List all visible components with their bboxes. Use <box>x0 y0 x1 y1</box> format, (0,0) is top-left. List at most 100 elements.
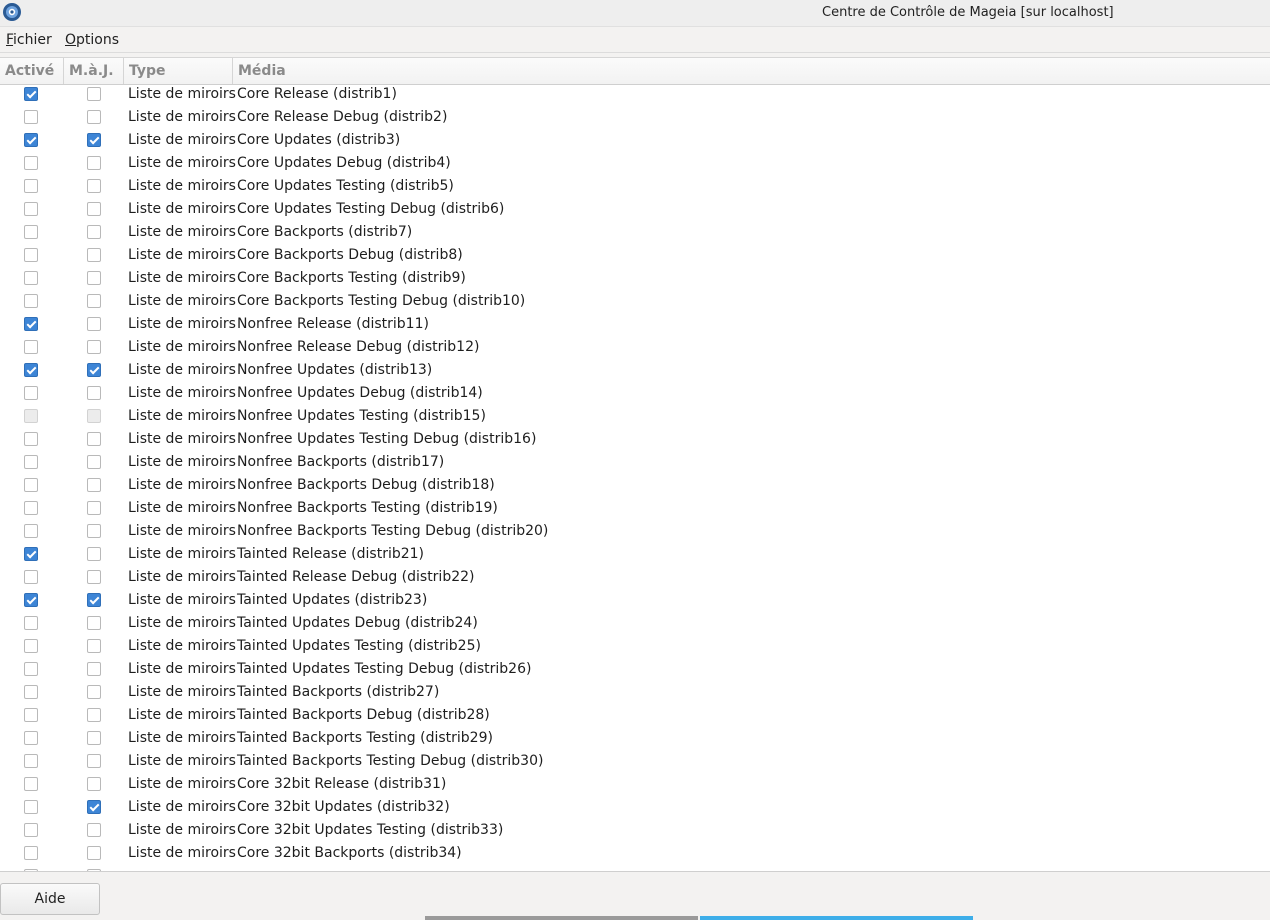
active-checkbox[interactable] <box>24 685 38 699</box>
active-checkbox[interactable] <box>24 455 38 469</box>
table-row[interactable]: Liste de miroirs Core Backports Testing (… <box>0 268 1270 291</box>
update-checkbox[interactable] <box>87 294 101 308</box>
update-checkbox[interactable] <box>87 777 101 791</box>
active-checkbox[interactable] <box>24 386 38 400</box>
active-checkbox[interactable] <box>24 271 38 285</box>
active-checkbox[interactable] <box>24 294 38 308</box>
table-row[interactable]: Liste de miroirs Core 32bit Release (dist… <box>0 774 1270 797</box>
table-row[interactable]: Liste de miroirs Tainted Updates (distrib… <box>0 590 1270 613</box>
active-checkbox[interactable] <box>24 133 38 147</box>
update-checkbox[interactable] <box>87 685 101 699</box>
table-row[interactable]: Liste de miroirs Core Release Debug (dist… <box>0 107 1270 130</box>
mageia-logo-icon[interactable] <box>2 2 22 22</box>
column-header-update[interactable]: M.à.J. <box>64 58 124 84</box>
active-checkbox[interactable] <box>24 156 38 170</box>
menu-fichier[interactable]: Fichier <box>6 32 52 48</box>
table-row[interactable]: Liste de miroirs Nonfree Release Debug (d… <box>0 337 1270 360</box>
update-checkbox[interactable] <box>87 524 101 538</box>
active-checkbox[interactable] <box>24 317 38 331</box>
update-checkbox[interactable] <box>87 110 101 124</box>
table-row[interactable]: Liste de miroirs Tainted Release (distrib… <box>0 544 1270 567</box>
active-checkbox[interactable] <box>24 202 38 216</box>
active-checkbox[interactable] <box>24 87 38 101</box>
update-checkbox[interactable] <box>87 179 101 193</box>
table-row[interactable]: Liste de miroirs Tainted Backports (distr… <box>0 682 1270 705</box>
active-checkbox[interactable] <box>24 823 38 837</box>
update-checkbox[interactable] <box>87 708 101 722</box>
table-row[interactable]: Liste de miroirs Tainted Updates Debug (d… <box>0 613 1270 636</box>
update-checkbox[interactable] <box>87 225 101 239</box>
table-row[interactable]: Liste de miroirs Tainted Updates Testing … <box>0 659 1270 682</box>
active-checkbox[interactable] <box>24 110 38 124</box>
update-checkbox[interactable] <box>87 156 101 170</box>
update-checkbox[interactable] <box>87 754 101 768</box>
active-checkbox[interactable] <box>24 639 38 653</box>
active-checkbox[interactable] <box>24 248 38 262</box>
table-row[interactable]: Liste de miroirs Nonfree Backports (distr… <box>0 452 1270 475</box>
table-row[interactable]: Liste de miroirs Core Updates Debug (dist… <box>0 153 1270 176</box>
column-header-type[interactable]: Type <box>124 58 233 84</box>
media-table[interactable]: Activé M.à.J. Type Média Liste de miroir… <box>0 57 1270 872</box>
active-checkbox[interactable] <box>24 363 38 377</box>
table-row[interactable]: Liste de miroirs Tainted Backports Debug … <box>0 705 1270 728</box>
active-checkbox[interactable] <box>24 340 38 354</box>
update-checkbox[interactable] <box>87 501 101 515</box>
active-checkbox[interactable] <box>24 662 38 676</box>
active-checkbox[interactable] <box>24 524 38 538</box>
update-checkbox[interactable] <box>87 570 101 584</box>
update-checkbox[interactable] <box>87 616 101 630</box>
active-checkbox[interactable] <box>24 501 38 515</box>
table-row[interactable]: Liste de miroirs Core Backports (distrib7… <box>0 222 1270 245</box>
table-row[interactable]: Liste de miroirs Core Updates Testing (di… <box>0 176 1270 199</box>
table-row[interactable]: Liste de miroirs Nonfree Backports Testin… <box>0 498 1270 521</box>
active-checkbox[interactable] <box>24 179 38 193</box>
table-row[interactable]: Liste de miroirs Tainted Updates Testing … <box>0 636 1270 659</box>
table-row[interactable]: Liste de miroirs Core Backports Testing D… <box>0 291 1270 314</box>
help-button[interactable]: Aide <box>0 883 100 915</box>
active-checkbox[interactable] <box>24 777 38 791</box>
table-row[interactable]: Liste de miroirs Core Updates (distrib3) <box>0 130 1270 153</box>
active-checkbox[interactable] <box>24 478 38 492</box>
active-checkbox[interactable] <box>24 708 38 722</box>
update-checkbox[interactable] <box>87 731 101 745</box>
active-checkbox[interactable] <box>24 432 38 446</box>
active-checkbox[interactable] <box>24 616 38 630</box>
active-checkbox[interactable] <box>24 570 38 584</box>
table-row[interactable] <box>0 866 1270 871</box>
table-row[interactable]: Liste de miroirs Tainted Backports Testin… <box>0 751 1270 774</box>
update-checkbox[interactable] <box>87 639 101 653</box>
table-row[interactable]: Liste de miroirs Core 32bit Backports (di… <box>0 843 1270 866</box>
column-header-active[interactable]: Activé <box>0 58 64 84</box>
active-checkbox[interactable] <box>24 846 38 860</box>
table-row[interactable]: Liste de miroirs Nonfree Release (distrib… <box>0 314 1270 337</box>
update-checkbox[interactable] <box>87 340 101 354</box>
update-checkbox[interactable] <box>87 823 101 837</box>
table-row[interactable]: Liste de miroirs Core Updates Testing Deb… <box>0 199 1270 222</box>
update-checkbox[interactable] <box>87 478 101 492</box>
column-header-media[interactable]: Média <box>233 58 1270 84</box>
update-checkbox[interactable] <box>87 800 101 814</box>
table-row[interactable]: Liste de miroirs Nonfree Backports Debug … <box>0 475 1270 498</box>
update-checkbox[interactable] <box>87 593 101 607</box>
table-row[interactable]: Liste de miroirs Core Release (distrib1) <box>0 84 1270 107</box>
update-checkbox[interactable] <box>87 202 101 216</box>
table-row[interactable]: Liste de miroirs Nonfree Backports Testin… <box>0 521 1270 544</box>
active-checkbox[interactable] <box>24 869 38 871</box>
table-row[interactable]: Liste de miroirs Nonfree Updates Debug (d… <box>0 383 1270 406</box>
update-checkbox[interactable] <box>87 271 101 285</box>
update-checkbox[interactable] <box>87 386 101 400</box>
table-row[interactable]: Liste de miroirs Nonfree Updates Testing … <box>0 406 1270 429</box>
update-checkbox[interactable] <box>87 547 101 561</box>
update-checkbox[interactable] <box>87 133 101 147</box>
active-checkbox[interactable] <box>24 731 38 745</box>
update-checkbox[interactable] <box>87 662 101 676</box>
table-row[interactable]: Liste de miroirs Nonfree Updates Testing … <box>0 429 1270 452</box>
table-row[interactable]: Liste de miroirs Core Backports Debug (di… <box>0 245 1270 268</box>
active-checkbox[interactable] <box>24 754 38 768</box>
table-row[interactable]: Liste de miroirs Core 32bit Updates Testi… <box>0 820 1270 843</box>
update-checkbox[interactable] <box>87 317 101 331</box>
table-row[interactable]: Liste de miroirs Core 32bit Updates (dist… <box>0 797 1270 820</box>
active-checkbox[interactable] <box>24 800 38 814</box>
menu-options[interactable]: Options <box>65 32 119 48</box>
update-checkbox[interactable] <box>87 455 101 469</box>
